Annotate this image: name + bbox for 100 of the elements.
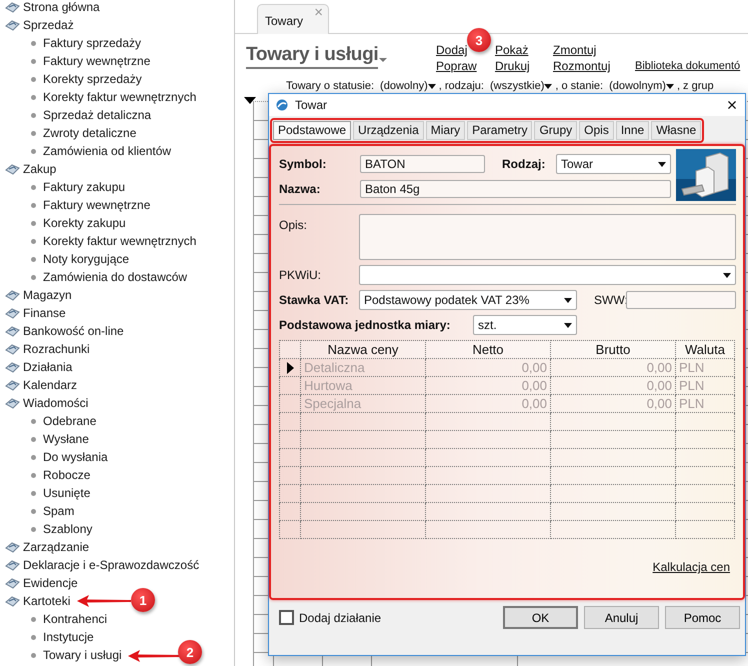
sidebar-item[interactable]: Zarządzanie	[23, 540, 90, 554]
sidebar-item[interactable]: Rozrachunki	[23, 342, 90, 356]
tab[interactable]: Grupy	[534, 121, 578, 140]
bullet-icon	[31, 256, 36, 262]
tab[interactable]: Własne	[651, 121, 702, 140]
filter-dropdown[interactable]: (wszystkie)	[490, 80, 544, 92]
sidebar-item[interactable]: Towary i usługi	[43, 648, 122, 662]
sidebar-item[interactable]: Robocze	[43, 468, 90, 482]
sidebar-item[interactable]: Faktury wewnętrzne	[43, 54, 150, 68]
sidebar-item[interactable]: Strona główna	[23, 0, 100, 14]
sidebar-item[interactable]: Do wysłania	[43, 450, 108, 464]
action-link[interactable]: Pokaż	[495, 42, 553, 58]
sidebar-item[interactable]: Wiadomości	[23, 396, 88, 410]
tab[interactable]: Parametry	[467, 121, 532, 140]
sidebar-item[interactable]: Zamówienia od klientów	[43, 144, 172, 158]
module-icon	[4, 18, 20, 32]
sidebar-item[interactable]: Sprzedaż	[23, 18, 74, 32]
module-icon	[4, 360, 20, 374]
sidebar-item[interactable]: Korekty faktur wewnętrznych	[43, 234, 196, 248]
tab[interactable]: Inne	[616, 121, 650, 140]
filter-label: , z grup	[676, 80, 714, 92]
dropdown-icon	[658, 162, 666, 166]
sidebar-item[interactable]: Działania	[23, 360, 72, 374]
sidebar-item[interactable]: Faktury zakupu	[43, 180, 126, 194]
dialog-button[interactable]: Anuluj	[584, 606, 659, 629]
checkbox[interactable]	[279, 610, 294, 625]
row-marker-icon	[244, 97, 256, 104]
calculation-link[interactable]: Kalkulacja cen	[652, 560, 730, 574]
bullet-icon	[31, 220, 36, 226]
field-label: Symbol:	[279, 157, 328, 171]
sidebar-item[interactable]: Magazyn	[23, 288, 72, 302]
input-field[interactable]: BATON	[360, 155, 485, 173]
sidebar-item[interactable]: Usunięte	[43, 486, 90, 500]
sidebar-item[interactable]: Kalendarz	[23, 378, 78, 392]
bullet-icon	[31, 490, 36, 496]
tab[interactable]: Urządzenia	[353, 121, 424, 140]
sidebar-item[interactable]: Korekty sprzedaży	[43, 72, 142, 86]
column-header: Brutto	[550, 340, 676, 358]
table-cell: 0,00	[426, 358, 550, 376]
sidebar-item[interactable]: Szablony	[43, 522, 92, 536]
bullet-icon	[31, 652, 36, 658]
sidebar-item[interactable]: Korekty zakupu	[43, 216, 126, 230]
sidebar-item[interactable]: Korekty faktur wewnętrznych	[43, 90, 196, 104]
sidebar-item[interactable]: Kontrahenci	[43, 612, 108, 626]
sidebar-item[interactable]: Kartoteki	[23, 594, 70, 608]
action-link[interactable]: Biblioteka dokumentó	[635, 58, 740, 74]
bullet-icon	[31, 238, 36, 244]
description-field[interactable]	[359, 214, 736, 260]
action-link[interactable]: Zmontuj	[553, 42, 635, 58]
sidebar-item[interactable]: Noty korygujące	[43, 252, 130, 266]
field-label: Stawka VAT:	[279, 293, 350, 307]
tab[interactable]: Miary	[426, 121, 466, 140]
sidebar-item[interactable]: Deklaracje i e-Sprawozdawczość	[23, 558, 200, 572]
step-badge: 1	[131, 588, 155, 612]
tab[interactable]: Podstawowe	[273, 121, 352, 140]
input-field[interactable]	[626, 291, 736, 309]
field-label: Rodzaj:	[502, 157, 546, 171]
sidebar-item[interactable]: Spam	[43, 504, 74, 518]
bullet-icon	[31, 94, 36, 100]
sidebar-item[interactable]: Sprzedaż detaliczna	[43, 108, 152, 122]
action-link[interactable]: Drukuj	[495, 58, 553, 74]
sidebar-item[interactable]: Faktury sprzedaży	[43, 36, 142, 50]
sidebar-item[interactable]: Faktury wewnętrzne	[43, 198, 150, 212]
filter-dropdown[interactable]: (dowolnym)	[609, 80, 666, 92]
tab[interactable]: Opis	[579, 121, 614, 140]
document-tab[interactable]: Towary ×	[257, 4, 329, 34]
field-label: PKWiU:	[279, 268, 322, 282]
dialog-button[interactable]: Pomoc	[665, 606, 740, 629]
module-icon	[4, 342, 20, 356]
close-button[interactable]: ×	[719, 95, 745, 115]
table-cell: Hurtowa	[300, 376, 426, 394]
dropdown-field[interactable]: Towar	[556, 154, 671, 174]
dropdown-field[interactable]: Podstawowy podatek VAT 23%	[359, 290, 577, 310]
annotation-arrow	[75, 594, 133, 608]
sidebar-item[interactable]: Finanse	[23, 306, 66, 320]
sidebar-item[interactable]: Zakup	[23, 162, 56, 176]
sidebar-item[interactable]: Odebrane	[43, 414, 96, 428]
dropdown-field[interactable]: szt.	[473, 315, 577, 335]
sidebar-item[interactable]: Zamówienia do dostawców	[43, 270, 188, 284]
sidebar-item[interactable]: Wysłane	[43, 432, 89, 446]
module-icon	[4, 594, 20, 608]
bullet-icon	[31, 634, 36, 640]
caret-icon[interactable]	[379, 58, 388, 62]
bullet-icon	[31, 76, 36, 82]
input-field[interactable]: Baton 45g	[360, 180, 671, 198]
sidebar-item[interactable]: Bankowość on-line	[23, 324, 124, 338]
table-cell: 0,00	[426, 394, 550, 412]
sidebar-item[interactable]: Zwroty detaliczne	[43, 126, 136, 140]
action-link[interactable]: Popraw	[436, 58, 495, 74]
dialog-button[interactable]: OK	[503, 606, 578, 629]
dropdown-field[interactable]	[359, 265, 736, 285]
action-link[interactable]: Rozmontuj	[553, 58, 635, 74]
table-cell: 0,00	[426, 376, 550, 394]
sidebar-item[interactable]: Instytucje	[43, 630, 94, 644]
sidebar-item[interactable]: Ewidencje	[23, 576, 78, 590]
bullet-icon	[31, 184, 36, 190]
module-icon	[4, 378, 20, 392]
filter-dropdown[interactable]: (dowolny)	[380, 80, 428, 92]
page-title[interactable]: Towary i usługi	[246, 44, 378, 69]
module-icon	[4, 0, 20, 14]
